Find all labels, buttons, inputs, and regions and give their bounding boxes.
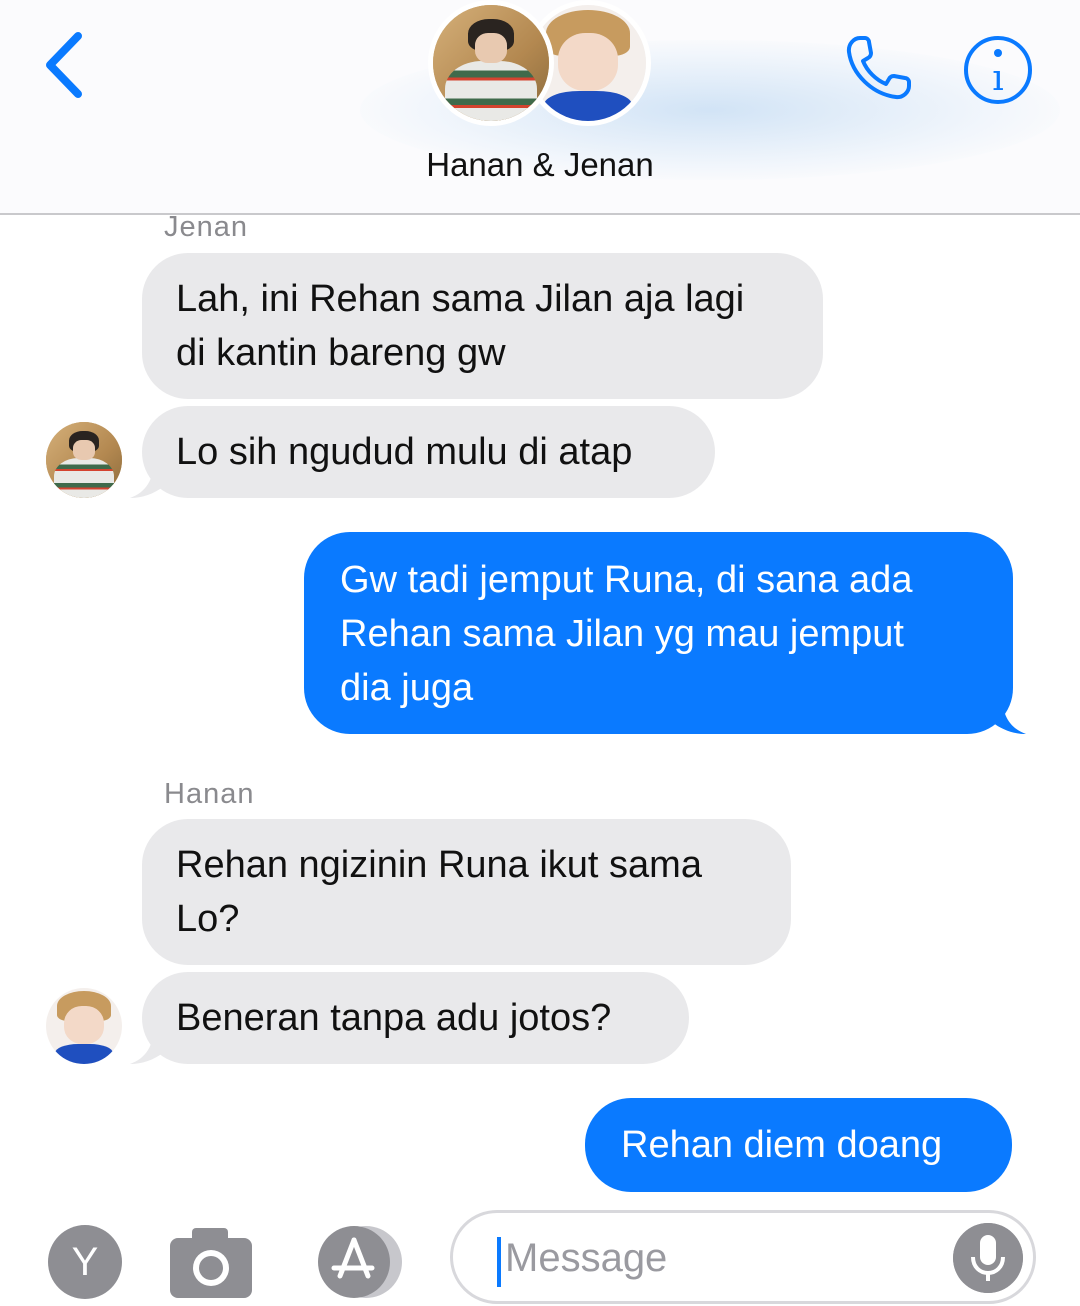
svg-text:ı: ı	[992, 58, 1004, 99]
avatar-hanan-art	[46, 422, 122, 498]
avatar-hanan[interactable]	[428, 0, 554, 126]
avatar-face	[64, 1006, 104, 1045]
phone-icon[interactable]	[840, 30, 920, 105]
avatar-body	[53, 458, 115, 498]
sender-name-jenan: Jenan	[164, 211, 249, 243]
text-caret	[497, 1237, 501, 1287]
header-divider	[0, 213, 1080, 215]
avatar-jenan-art	[46, 988, 122, 1064]
apps-button[interactable]: Y	[48, 1225, 122, 1299]
message-bubble[interactable]: Gw tadi jemput Runa, di sana ada Rehan s…	[304, 532, 1013, 734]
bubble-tail	[130, 458, 164, 498]
avatar-jenan-small[interactable]	[46, 988, 122, 1064]
app-store-icon[interactable]	[308, 1224, 408, 1300]
message-placeholder: Message	[505, 1236, 668, 1280]
message-bubble[interactable]: Lo sih ngudud mulu di atap	[142, 406, 715, 498]
message-input[interactable]: Message	[450, 1210, 1036, 1304]
microphone-icon[interactable]	[953, 1223, 1023, 1293]
bubble-tail	[130, 1024, 164, 1064]
conversation-title[interactable]: Hanan & Jenan	[0, 146, 1080, 184]
message-bubble[interactable]: Rehan diem doang	[585, 1098, 1012, 1192]
camera-icon[interactable]	[168, 1224, 254, 1300]
avatar-hanan-art	[433, 5, 549, 121]
avatar-hanan-small[interactable]	[46, 422, 122, 498]
message-bubble[interactable]: Rehan ngizinin Runa ikut sama Lo?	[142, 819, 791, 965]
message-bubble[interactable]: Beneran tanpa adu jotos?	[142, 972, 689, 1064]
chevron-left-icon[interactable]	[38, 30, 98, 100]
message-bubble[interactable]: Lah, ini Rehan sama Jilan aja lagi di ka…	[142, 253, 823, 399]
info-icon[interactable]: ı	[962, 34, 1034, 106]
avatar-shirt	[55, 1044, 113, 1064]
bubble-tail	[992, 694, 1026, 734]
avatar-face	[73, 440, 95, 460]
avatar-body	[444, 60, 538, 121]
sender-name-hanan: Hanan	[164, 778, 255, 810]
conversation-header: Hanan & Jenan ı	[0, 0, 1080, 215]
avatar-face	[557, 32, 619, 91]
avatar-shirt	[543, 90, 633, 121]
avatar-face	[474, 32, 508, 63]
